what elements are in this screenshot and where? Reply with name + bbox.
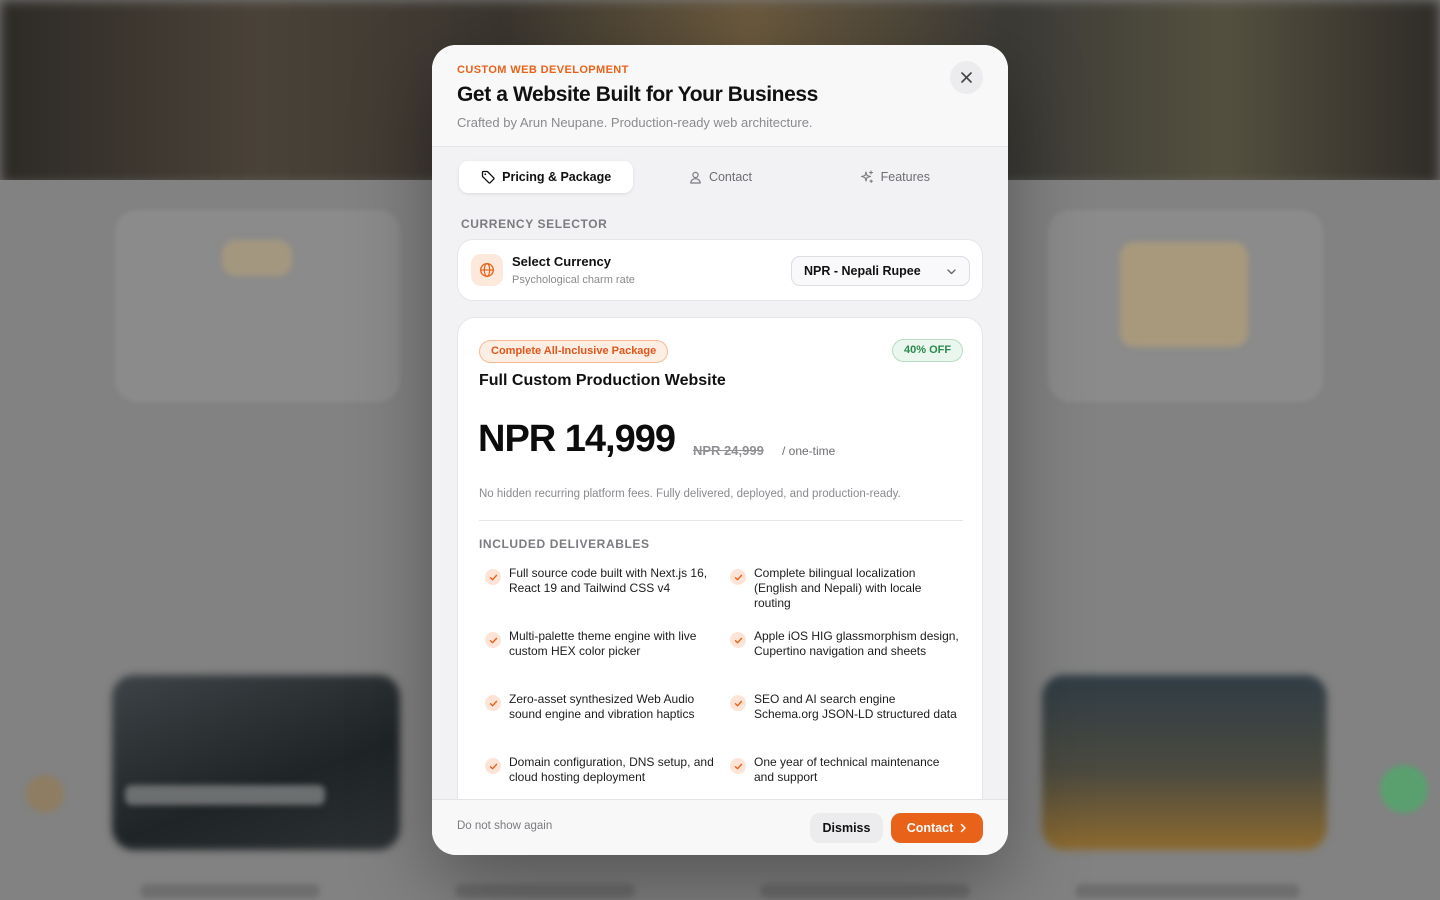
- tab-features[interactable]: Features: [808, 161, 982, 193]
- deliverable-text: One year of technical maintenance and su…: [754, 755, 940, 784]
- deliverable-text: Zero-asset synthesized Web Audio sound e…: [509, 692, 695, 721]
- dismiss-button[interactable]: Dismiss: [810, 813, 883, 843]
- package-card: Complete All-Inclusive Package 40% OFF F…: [457, 317, 983, 837]
- currency-select[interactable]: NPR - Nepali Rupee: [791, 256, 970, 286]
- deliverable-text: Multi-palette theme engine with live cus…: [509, 629, 697, 658]
- chevron-right-icon: [961, 823, 967, 833]
- modal-title: Get a Website Built for Your Business: [457, 83, 818, 106]
- background-bar: [760, 884, 970, 898]
- sparkle-icon: [860, 170, 873, 183]
- check-icon: [730, 632, 746, 648]
- package-note: No hidden recurring platform fees. Fully…: [479, 488, 901, 500]
- background-bar: [140, 884, 320, 898]
- currency-subtitle: Psychological charm rate: [512, 274, 635, 286]
- deliverable-text: SEO and AI search engine Schema.org JSON…: [754, 692, 957, 721]
- tab-pricing-package[interactable]: Pricing & Package: [459, 161, 634, 193]
- modal-eyebrow: CUSTOM WEB DEVELOPMENT: [457, 64, 629, 76]
- background-photo: [112, 675, 400, 850]
- modal-footer: Do not show again Dismiss Contact: [432, 799, 1008, 855]
- background-dot: [26, 775, 64, 813]
- package-badge: Complete All-Inclusive Package: [479, 340, 669, 363]
- background-dot: [1380, 765, 1428, 813]
- deliverables-label: INCLUDED DELIVERABLES: [479, 537, 650, 551]
- tab-label: Contact: [708, 170, 753, 184]
- check-icon: [485, 569, 501, 585]
- background-bar: [125, 785, 325, 805]
- background-bar: [455, 884, 635, 898]
- tab-label: Pricing & Package: [502, 170, 612, 184]
- divider: [479, 520, 963, 521]
- deliverable-text: Complete bilingual localization (English…: [754, 566, 922, 610]
- background-image: [222, 240, 292, 276]
- background-card: [115, 210, 400, 402]
- check-icon: [485, 758, 501, 774]
- close-button[interactable]: [950, 61, 983, 94]
- tab-bar: Pricing & Package Contact Features: [459, 161, 982, 193]
- contact-button[interactable]: Contact: [891, 813, 983, 843]
- currency-section-label: CURRENCY SELECTOR: [461, 217, 608, 231]
- package-price: NPR 14,999: [478, 418, 676, 460]
- check-icon: [485, 632, 501, 648]
- user-icon: [690, 171, 701, 184]
- original-price: NPR 24,999: [693, 443, 764, 458]
- billing-period: / one-time: [782, 444, 836, 458]
- chevron-down-icon: [947, 269, 956, 275]
- close-icon: [961, 72, 972, 83]
- tab-contact[interactable]: Contact: [633, 161, 807, 193]
- deliverable-text: Full source code built with Next.js 16, …: [509, 566, 708, 595]
- tab-label: Features: [880, 170, 930, 184]
- package-title: Full Custom Production Website: [479, 372, 726, 389]
- discount-badge: 40% OFF: [892, 339, 964, 362]
- check-icon: [730, 758, 746, 774]
- modal-header: CUSTOM WEB DEVELOPMENT Get a Website Bui…: [432, 45, 1008, 147]
- currency-select-value: NPR - Nepali Rupee: [804, 264, 921, 278]
- deliverable-text: Apple iOS HIG glassmorphism design, Cupe…: [754, 629, 959, 658]
- deliverable-text: Domain configuration, DNS setup, and clo…: [509, 755, 714, 784]
- tag-icon: [481, 170, 495, 184]
- contact-button-label: Contact: [906, 821, 954, 835]
- pricing-modal: CUSTOM WEB DEVELOPMENT Get a Website Bui…: [432, 45, 1008, 855]
- globe-icon: [471, 254, 503, 286]
- background-photo: [1042, 675, 1327, 850]
- currency-title: Select Currency: [512, 254, 611, 269]
- background-bar: [1075, 884, 1300, 898]
- modal-subtitle: Crafted by Arun Neupane. Production-read…: [457, 115, 813, 130]
- check-icon: [730, 695, 746, 711]
- dont-show-again-link[interactable]: Do not show again: [457, 820, 552, 832]
- check-icon: [730, 569, 746, 585]
- currency-card: Select Currency Psychological charm rate…: [457, 239, 983, 301]
- background-image: [1120, 242, 1248, 347]
- check-icon: [485, 695, 501, 711]
